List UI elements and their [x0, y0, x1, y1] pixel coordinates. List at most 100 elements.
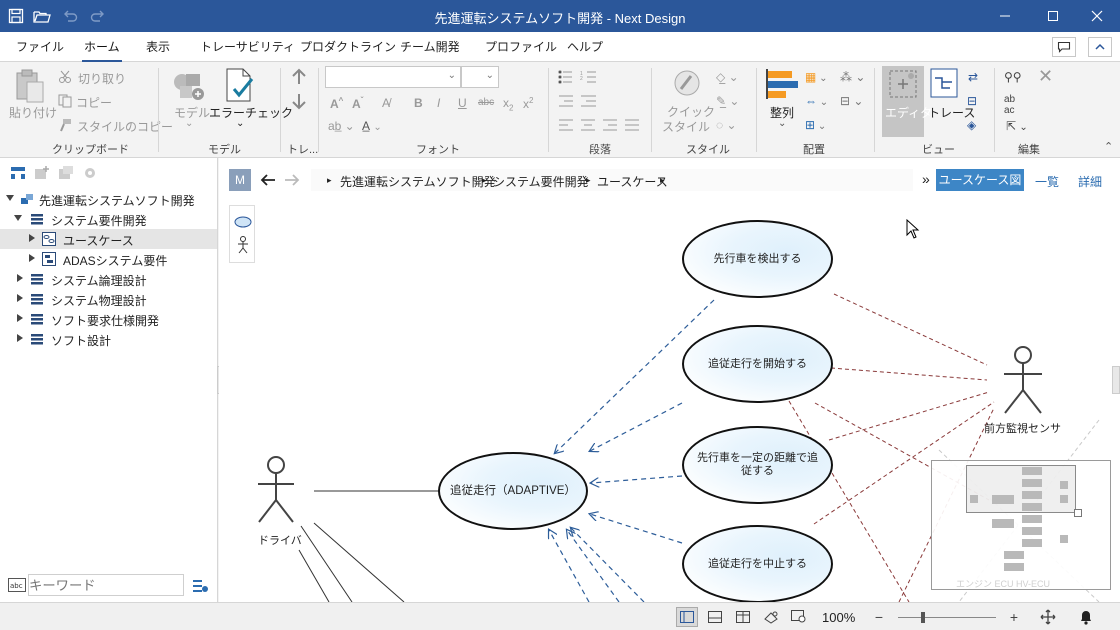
minimap-viewport[interactable] — [966, 465, 1076, 513]
actor-figure-icon[interactable] — [1002, 346, 1044, 418]
minimap-resize-handle[interactable] — [1074, 509, 1082, 517]
zoom-in-icon[interactable]: + — [1005, 607, 1023, 627]
layout-horizontal-icon[interactable] — [704, 607, 726, 627]
tree-item-usecase[interactable]: ユースケース — [0, 229, 217, 249]
forward-arrow-icon[interactable] — [283, 172, 301, 188]
usecase-stop-follow[interactable]: 追従走行を中止する — [682, 525, 833, 602]
list-view-link[interactable]: 一覧 — [1035, 173, 1059, 190]
list-icon[interactable]: 12 — [558, 70, 598, 84]
pan-icon[interactable] — [1038, 607, 1058, 627]
highlight-icon[interactable]: ab̲ ⌄ — [328, 119, 355, 133]
underline-icon[interactable]: U — [458, 96, 467, 110]
replace-icon[interactable]: ab ac — [1004, 94, 1015, 116]
tab-traceability[interactable]: トレーサビリティ — [198, 38, 297, 62]
copy-icon[interactable] — [58, 94, 72, 108]
breadcrumb-item[interactable]: 先進運転システムソフト開発 — [340, 173, 496, 190]
tab-product-line[interactable]: プロダクトライン — [298, 38, 398, 62]
usecase-shape-icon[interactable] — [234, 216, 252, 228]
layers-icon[interactable]: ◈ — [967, 118, 976, 132]
usecase-detect-vehicle[interactable]: 先行車を検出する — [682, 220, 833, 298]
collapsed-arrow-icon[interactable] — [28, 234, 36, 242]
keyword-search-input[interactable] — [28, 574, 184, 596]
usecase-adaptive-follow[interactable]: 追従走行（ADAPTIVE） — [438, 452, 588, 530]
scissors-icon[interactable] — [58, 70, 72, 84]
distribute-icon[interactable]: ⇔ ⌄ — [805, 94, 828, 108]
group-objects-icon[interactable]: ⁂ ⌄ — [840, 70, 865, 84]
chevron-down-icon[interactable]: ⌄ — [236, 118, 244, 129]
quick-style-icon[interactable] — [672, 68, 702, 98]
layout-vertical-icon[interactable] — [732, 607, 754, 627]
shrink-font-icon[interactable]: Aˇ — [352, 96, 363, 111]
editor-view-button[interactable]: エディタ — [882, 66, 932, 137]
tree-item-system-requirements[interactable]: システム要件開発 — [0, 209, 217, 229]
package-icon[interactable] — [82, 165, 98, 181]
minimize-button[interactable] — [982, 0, 1028, 32]
italic-icon[interactable]: I — [437, 96, 440, 110]
collapsed-arrow-icon[interactable] — [16, 294, 24, 302]
collapse-inspector-handle[interactable] — [1112, 366, 1120, 394]
breadcrumb-item[interactable]: システム要件開発 — [493, 173, 589, 190]
clear-format-icon[interactable]: A̸ — [382, 96, 390, 110]
align-objects-icon[interactable]: ⊞ ⌄ — [805, 118, 826, 132]
effects-icon[interactable]: ◌ ⌄ — [716, 118, 737, 132]
zoom-level[interactable]: 100% — [822, 610, 855, 625]
chevron-up-icon[interactable]: ⌃ — [1104, 140, 1113, 153]
model-badge[interactable]: M — [229, 169, 251, 191]
error-check-icon[interactable] — [224, 67, 254, 103]
actor-driver-label[interactable]: ドライバ — [258, 532, 302, 548]
font-size-dropdown[interactable]: ⌄ — [461, 66, 499, 88]
arrange-icon[interactable] — [766, 68, 798, 100]
usecase-diagram-view-button[interactable]: ユースケース図 — [936, 169, 1024, 191]
tree-item-system-logical-design[interactable]: システム論理設計 — [0, 269, 217, 289]
zoom-slider-track[interactable] — [898, 617, 996, 618]
maximize-button[interactable] — [1030, 0, 1076, 32]
select-icon[interactable]: ⇱ ⌄ — [1006, 119, 1028, 133]
filter-settings-icon[interactable] — [192, 578, 208, 594]
fill-color-icon[interactable]: ◇̲ ⌄ — [716, 70, 739, 84]
zoom-out-icon[interactable]: − — [870, 607, 888, 627]
back-arrow-icon[interactable] — [259, 172, 277, 188]
presentation-icon[interactable] — [760, 607, 782, 627]
find-icon[interactable]: ⚲⚲ — [1004, 70, 1022, 84]
tab-team-dev[interactable]: チーム開発 — [398, 38, 462, 62]
tab-help[interactable]: ヘルプ — [565, 38, 605, 62]
chevron-down-icon[interactable]: ⌄ — [185, 118, 193, 129]
bold-icon[interactable]: B — [414, 96, 423, 110]
zoom-slider-thumb[interactable] — [921, 612, 925, 623]
usecase-start-follow[interactable]: 追従走行を開始する — [682, 325, 833, 403]
copy-label[interactable]: コピー — [76, 94, 112, 111]
minimap[interactable]: エンジン ECU HV-ECU — [931, 460, 1111, 590]
superscript-icon[interactable]: x2 — [523, 96, 533, 111]
collapse-ribbon-icon[interactable] — [1088, 37, 1112, 57]
breadcrumb-item[interactable]: ユースケース — [597, 173, 668, 190]
abc-filter-icon[interactable]: abc — [8, 578, 26, 592]
tree-item-software-requirements[interactable]: ソフト要求仕様開発 — [0, 309, 217, 329]
swap-icon[interactable]: ⇄ — [968, 70, 978, 84]
arrow-up-icon[interactable] — [290, 68, 308, 86]
tab-profile[interactable]: プロファイル — [483, 38, 559, 62]
delete-icon[interactable]: ✕ — [1038, 66, 1053, 87]
tab-home[interactable]: ホーム — [82, 38, 122, 62]
diagram-canvas[interactable]: 先行車を検出する 追従走行を開始する 先行車を一定の距離で追従する 追従走行（A… — [219, 200, 1120, 602]
bring-front-icon[interactable]: ▦ ⌄ — [805, 70, 828, 84]
tree-item-project[interactable]: 先進運転システムソフト開発 — [0, 189, 217, 209]
notification-bell-icon[interactable] — [1076, 607, 1096, 627]
tab-file[interactable]: ファイル — [14, 38, 66, 62]
actor-shape-icon[interactable] — [236, 236, 250, 254]
collapsed-arrow-icon[interactable] — [28, 254, 36, 262]
align-icon[interactable] — [558, 118, 642, 132]
structure-icon[interactable] — [10, 165, 26, 181]
tree-item-system-physical-design[interactable]: システム物理設計 — [0, 289, 217, 309]
collapsed-arrow-icon[interactable] — [16, 314, 24, 322]
detail-view-link[interactable]: 詳細 — [1078, 173, 1102, 190]
collapsed-arrow-icon[interactable] — [16, 274, 24, 282]
format-painter-icon[interactable] — [58, 118, 72, 132]
paste-label[interactable]: 貼り付け — [9, 104, 57, 121]
split-view-icon[interactable]: ⊟ — [967, 94, 977, 108]
font-family-dropdown[interactable]: ⌄ — [325, 66, 461, 88]
grow-font-icon[interactable]: A^ — [330, 96, 343, 111]
actor-sensor-label[interactable]: 前方監視センサ — [984, 420, 1061, 436]
fit-page-icon[interactable] — [788, 607, 810, 627]
chevron-down-icon[interactable]: ⌄ — [778, 118, 786, 129]
cut-label[interactable]: 切り取り — [78, 70, 126, 87]
